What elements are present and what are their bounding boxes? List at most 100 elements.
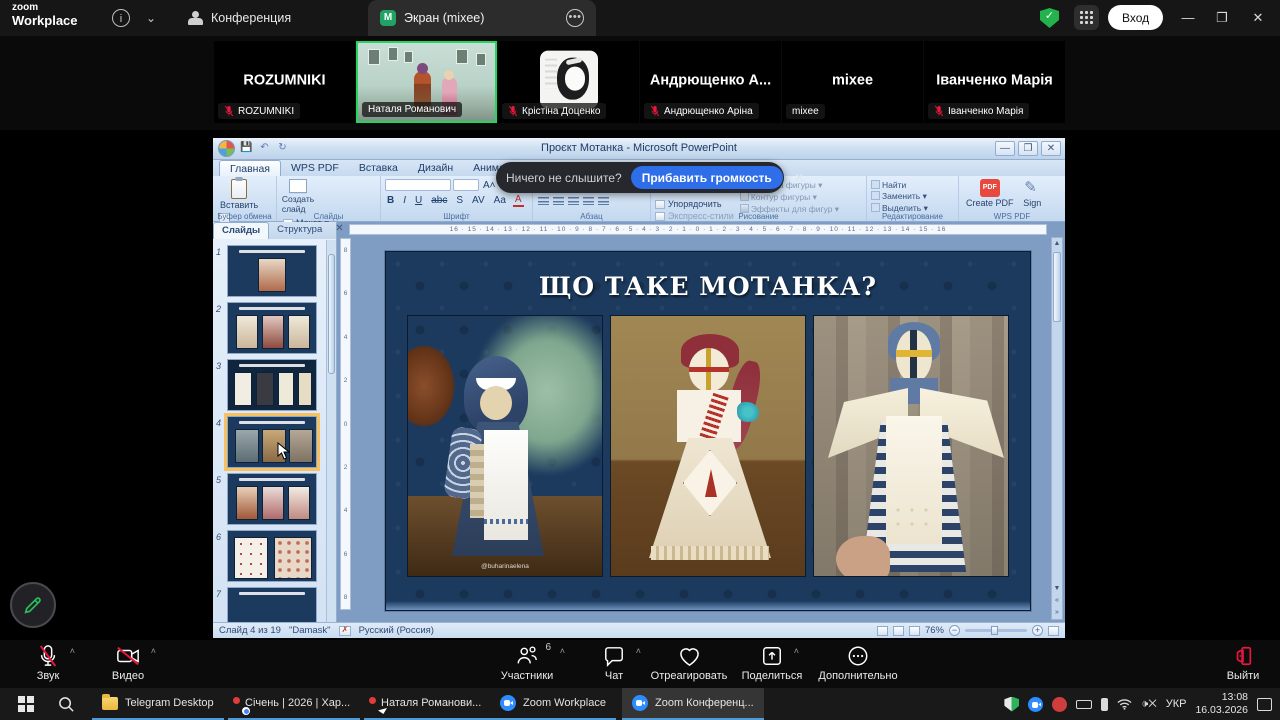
battery-icon[interactable] bbox=[1076, 700, 1092, 709]
font-name-select[interactable] bbox=[385, 179, 451, 191]
start-button[interactable] bbox=[8, 688, 44, 720]
ppt-restore-icon[interactable]: ❐ bbox=[1018, 141, 1038, 156]
antivirus-shield-icon[interactable] bbox=[1004, 697, 1019, 712]
video-button[interactable]: ˄ Видео bbox=[73, 644, 183, 682]
italic-button[interactable]: I bbox=[401, 195, 408, 206]
slide-scrollbar[interactable]: ▲ ▼ « » bbox=[1051, 237, 1063, 620]
new-slide-button[interactable]: Создать слайд bbox=[281, 178, 315, 215]
taskbar-app-telegram[interactable]: Наталя Романови... bbox=[364, 688, 491, 720]
zoom-slider[interactable] bbox=[965, 629, 1027, 632]
minimize-icon[interactable]: — bbox=[1178, 8, 1198, 28]
justify-icon[interactable] bbox=[583, 196, 594, 205]
font-size-select[interactable] bbox=[453, 179, 479, 191]
strikethrough-button[interactable]: abc bbox=[429, 195, 449, 206]
zoom-workplace-logo: zoom Workplace bbox=[12, 3, 78, 27]
slideshow-view-icon[interactable] bbox=[909, 626, 920, 636]
scroll-up-icon[interactable]: ▲ bbox=[1052, 238, 1062, 250]
grow-font-button[interactable]: A˄ bbox=[481, 180, 498, 191]
tab-design[interactable]: Дизайн bbox=[408, 160, 463, 176]
taskbar-app-explorer[interactable]: Telegram Desktop bbox=[92, 688, 224, 720]
chevron-down-icon[interactable]: ⌄ bbox=[142, 9, 160, 27]
font-color-button[interactable]: A bbox=[513, 194, 524, 207]
panel-scrollbar[interactable] bbox=[326, 240, 336, 622]
ppt-close-icon[interactable]: ✕ bbox=[1041, 141, 1061, 156]
leave-button[interactable]: Выйти bbox=[1188, 644, 1280, 682]
current-slide[interactable]: ЩО ТАКЕ МОТАНКА? @buharinaelena bbox=[385, 251, 1031, 611]
panel-close-icon[interactable]: ✕ bbox=[330, 222, 348, 239]
zoom-tray-icon[interactable] bbox=[1028, 697, 1043, 712]
underline-button[interactable]: U bbox=[413, 195, 424, 206]
slide-thumbnail[interactable]: 3 bbox=[227, 359, 323, 411]
slide-thumbnail[interactable]: 1 bbox=[227, 245, 323, 297]
char-spacing-button[interactable]: AV bbox=[470, 195, 487, 206]
video-options-chevron[interactable]: ˄ bbox=[151, 646, 156, 656]
normal-view-icon[interactable] bbox=[877, 626, 888, 636]
arrange-button[interactable]: Упорядочить bbox=[655, 198, 734, 210]
login-button[interactable]: Вход bbox=[1108, 5, 1163, 30]
action-center-icon[interactable] bbox=[1257, 698, 1272, 711]
tab-wps-pdf[interactable]: WPS PDF bbox=[281, 160, 349, 176]
columns-icon[interactable] bbox=[598, 196, 609, 205]
next-slide-icon[interactable]: » bbox=[1052, 607, 1062, 619]
paste-button[interactable]: Вставить bbox=[217, 178, 261, 211]
notification-close-icon[interactable]: ✕ bbox=[794, 170, 805, 186]
restore-icon[interactable]: ❐ bbox=[1212, 8, 1232, 28]
annotate-button[interactable] bbox=[10, 582, 56, 628]
participant-tile[interactable]: Андрющенко А... Андрющенко Аріна bbox=[640, 41, 781, 123]
find-button[interactable]: Найти bbox=[871, 180, 954, 190]
tab-insert[interactable]: Вставка bbox=[349, 160, 408, 176]
bold-button[interactable]: B bbox=[385, 195, 396, 206]
more-button[interactable]: Дополнительно bbox=[803, 644, 913, 682]
zoom-in-icon[interactable]: + bbox=[1032, 625, 1043, 636]
taskbar-clock[interactable]: 13:0816.03.2026 bbox=[1195, 691, 1248, 717]
align-right-icon[interactable] bbox=[568, 196, 579, 205]
slides-panel-tab[interactable]: Слайды bbox=[213, 222, 269, 239]
participant-tile[interactable]: ROZUMNIKI ROZUMNIKI bbox=[214, 41, 355, 123]
outline-panel-tab[interactable]: Структура bbox=[269, 222, 330, 239]
tab-home[interactable]: Главная bbox=[219, 160, 281, 176]
tab-options-icon[interactable]: ••• bbox=[566, 9, 584, 27]
create-pdf-button[interactable]: PDF Create PDF bbox=[963, 178, 1017, 209]
apps-grid-icon[interactable] bbox=[1074, 5, 1099, 30]
volume-muted-icon[interactable]: 🕩✕ bbox=[1141, 698, 1156, 711]
taskbar-app-zoom-workplace[interactable]: Zoom Workplace bbox=[490, 688, 616, 720]
slide-thumbnail[interactable]: 2 bbox=[227, 302, 323, 354]
zoom-out-icon[interactable]: − bbox=[949, 625, 960, 636]
tab-meeting[interactable]: Конференция bbox=[172, 0, 307, 36]
slide-thumbnail[interactable]: 7 bbox=[227, 587, 323, 622]
language-switcher[interactable]: УКР bbox=[1166, 698, 1187, 710]
replace-button[interactable]: Заменить ▾ bbox=[871, 191, 954, 202]
info-icon[interactable]: i bbox=[112, 9, 130, 27]
sign-button[interactable]: Sign bbox=[1019, 178, 1045, 209]
taskbar-app-chrome[interactable]: Січень | 2026 | Хар... bbox=[228, 688, 360, 720]
taskbar-app-zoom-meeting[interactable]: Zoom Конференц... bbox=[622, 688, 764, 720]
slide-thumbnail-selected[interactable]: 4 bbox=[227, 416, 323, 468]
participant-tile-avatar[interactable]: Крістіна Доценко bbox=[498, 41, 639, 123]
shape-outline-button[interactable]: Контур фигуры ▾ bbox=[740, 192, 839, 203]
ppt-minimize-icon[interactable]: — bbox=[995, 141, 1015, 156]
previous-slide-icon[interactable]: « bbox=[1052, 595, 1062, 607]
telegram-tray-icon[interactable] bbox=[1052, 697, 1067, 712]
taskbar-search-button[interactable] bbox=[48, 688, 84, 720]
fit-to-window-icon[interactable] bbox=[1048, 626, 1059, 636]
slide-thumbnail[interactable]: 6 bbox=[227, 530, 323, 582]
participant-tile-video[interactable]: Наталя Романович bbox=[356, 41, 497, 123]
slide-thumbnail[interactable]: 5 bbox=[227, 473, 323, 525]
language-indicator[interactable]: Русский (Россия) bbox=[359, 625, 434, 636]
share-options-chevron[interactable]: ˄ bbox=[794, 646, 799, 656]
increase-volume-button[interactable]: Прибавить громкость bbox=[631, 166, 783, 189]
usb-device-icon[interactable] bbox=[1101, 698, 1108, 711]
align-left-icon[interactable] bbox=[538, 196, 549, 205]
ppt-titlebar[interactable]: 💾 ↶ ↻ Проєкт Мотанка - Microsoft PowerPo… bbox=[213, 138, 1065, 160]
change-case-button[interactable]: Aa bbox=[492, 195, 508, 206]
shadow-button[interactable]: S bbox=[454, 195, 465, 206]
align-center-icon[interactable] bbox=[553, 196, 564, 205]
scroll-down-icon[interactable]: ▼ bbox=[1052, 583, 1062, 595]
tab-shared-screen[interactable]: M Экран (mixee) ••• bbox=[368, 0, 596, 36]
close-icon[interactable]: ✕ bbox=[1248, 8, 1268, 28]
slide-sorter-icon[interactable] bbox=[893, 626, 904, 636]
wifi-icon[interactable] bbox=[1117, 698, 1132, 710]
participant-tile[interactable]: Іванченко Марія Іванченко Марія bbox=[924, 41, 1065, 123]
participant-tile[interactable]: mixee mixee bbox=[782, 41, 923, 123]
spellcheck-icon[interactable] bbox=[339, 626, 351, 636]
